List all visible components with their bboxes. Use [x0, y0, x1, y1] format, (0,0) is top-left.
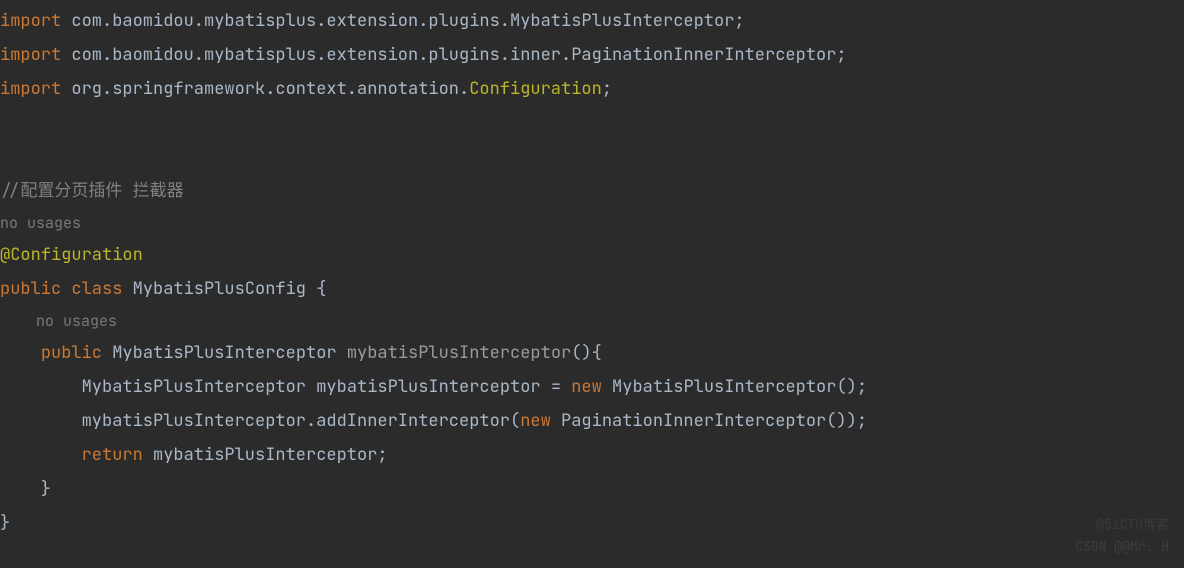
- code-line: import com.baomidou.mybatisplus.extensio…: [0, 4, 1184, 38]
- code-line: return mybatisPlusInterceptor;: [0, 438, 1184, 472]
- classname-configuration: Configuration: [469, 78, 602, 100]
- brace-close: }: [0, 478, 51, 500]
- package-path: org.springframework.context.annotation.: [61, 78, 469, 100]
- comment-text: //配置分页插件 拦截器: [0, 180, 184, 202]
- keyword-class: class: [71, 278, 122, 300]
- return-val: mybatisPlusInterceptor;: [143, 444, 388, 466]
- code-line: }: [0, 472, 1184, 506]
- code-line: MybatisPlusInterceptor mybatisPlusInterc…: [0, 370, 1184, 404]
- blank-line: [0, 140, 1184, 174]
- code-line: }: [0, 506, 1184, 540]
- ctor-call: MybatisPlusInterceptor();: [602, 376, 867, 398]
- var-type: MybatisPlusInterceptor: [82, 376, 306, 398]
- code-line: import org.springframework.context.annot…: [0, 72, 1184, 106]
- return-type: MybatisPlusInterceptor: [112, 342, 336, 364]
- code-line: public class MybatisPlusConfig {: [0, 272, 1184, 306]
- method-name: mybatisPlusInterceptor: [347, 342, 571, 364]
- method-params: (){: [571, 342, 602, 364]
- usage-hint: no usages: [0, 306, 1184, 336]
- package-path: com.baomidou.mybatisplus.extension.plugi…: [61, 44, 846, 66]
- method-call: mybatisPlusInterceptor.addInnerIntercept…: [82, 410, 521, 432]
- watermark-csdn: CSDN @@Mr. H: [1075, 534, 1169, 560]
- code-line: mybatisPlusInterceptor.addInnerIntercept…: [0, 404, 1184, 438]
- usage-hint: no usages: [0, 208, 1184, 238]
- no-usages-text: no usages: [0, 213, 81, 233]
- keyword-public: public: [41, 342, 102, 364]
- blank-line: [0, 106, 1184, 140]
- code-line: import com.baomidou.mybatisplus.extensio…: [0, 38, 1184, 72]
- code-line: @Configuration: [0, 238, 1184, 272]
- keyword-public: public: [0, 278, 61, 300]
- keyword-new: new: [520, 410, 551, 432]
- var-name: mybatisPlusInterceptor: [316, 376, 540, 398]
- annotation-configuration: @Configuration: [0, 244, 143, 266]
- keyword-import: import: [0, 44, 61, 66]
- brace-close: }: [0, 512, 10, 534]
- keyword-import: import: [0, 10, 61, 32]
- ctor-call: PaginationInnerInterceptor());: [551, 410, 867, 432]
- package-path: com.baomidou.mybatisplus.extension.plugi…: [61, 10, 744, 32]
- brace-open: {: [306, 278, 326, 300]
- code-editor[interactable]: import com.baomidou.mybatisplus.extensio…: [0, 0, 1184, 540]
- keyword-return: return: [82, 444, 143, 466]
- keyword-new: new: [571, 376, 602, 398]
- class-name: MybatisPlusConfig: [133, 278, 306, 300]
- comment-line: //配置分页插件 拦截器: [0, 174, 1184, 208]
- no-usages-text: no usages: [36, 311, 117, 331]
- semicolon: ;: [602, 78, 612, 100]
- keyword-import: import: [0, 78, 61, 100]
- assign-op: =: [541, 376, 572, 398]
- code-line: public MybatisPlusInterceptor mybatisPlu…: [0, 336, 1184, 370]
